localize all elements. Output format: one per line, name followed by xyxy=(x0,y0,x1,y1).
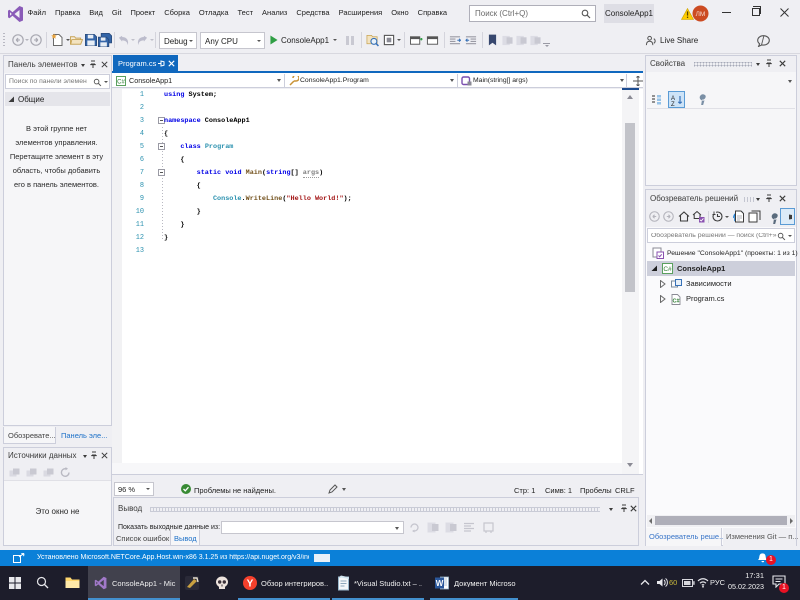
svg-text:ЛМ: ЛМ xyxy=(696,11,706,18)
svg-text:C#: C# xyxy=(663,266,672,273)
svg-text:W: W xyxy=(436,579,444,588)
svg-text:C#: C# xyxy=(672,298,679,304)
svg-text:C#: C# xyxy=(117,79,125,85)
svg-text:Y: Y xyxy=(247,579,254,590)
svg-text:Z: Z xyxy=(671,102,675,106)
